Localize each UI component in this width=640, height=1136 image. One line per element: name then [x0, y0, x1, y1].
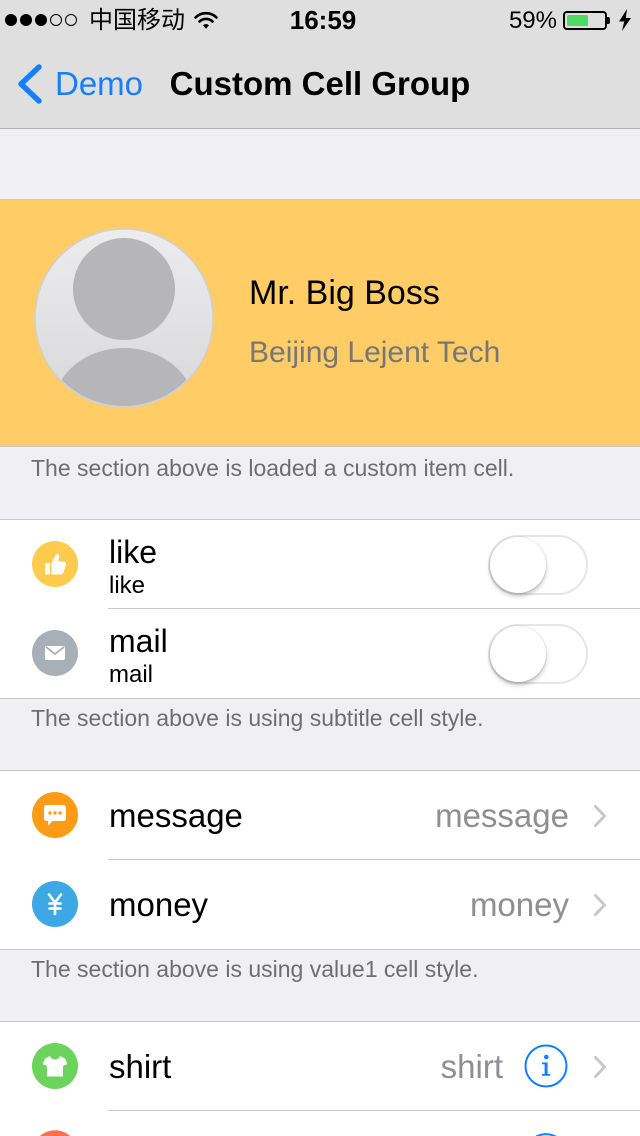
profile-name: Mr. Big Boss: [249, 274, 440, 312]
mail-toggle-switch[interactable]: [488, 624, 588, 684]
message-glyph: [44, 805, 66, 826]
battery-fill: [567, 15, 589, 26]
battery-percentage: 59%: [508, 7, 557, 34]
clock: 16:59: [289, 5, 357, 35]
bubble-dot: [53, 811, 57, 815]
battery-icon: [563, 11, 607, 30]
cell-title: message: [109, 797, 243, 834]
chevron-left-icon: [18, 64, 42, 104]
battery-nub: [607, 17, 610, 24]
page-title: Custom Cell Group: [169, 65, 471, 102]
yen-icon: [32, 881, 78, 927]
chevron-shape: [594, 805, 606, 827]
back-button-label: Demo: [55, 65, 144, 102]
wifi-arc-inner: [203, 23, 209, 29]
signal-dot: [5, 14, 17, 26]
mail-glyph: [45, 646, 65, 660]
chevron-right-icon: [594, 805, 606, 827]
wifi-arc-outer: [194, 11, 218, 19]
cell-detail: shirt: [440, 1048, 503, 1085]
chevron-shape: [18, 64, 42, 104]
chevron-right-icon: [594, 1056, 606, 1078]
bubble-dot: [58, 811, 62, 815]
message-icon: [32, 792, 78, 838]
signal-dot: [20, 14, 32, 26]
section-subtitle-cells: like like mail mail: [0, 520, 640, 698]
thumb-cuff: [45, 563, 50, 575]
profile-company: Beijing Lejent Tech: [249, 336, 501, 369]
info-dot: [544, 1054, 549, 1060]
back-button[interactable]: Demo: [0, 40, 150, 128]
section-footer: The section above is using subtitle cell…: [31, 705, 484, 731]
thumb-hand: [51, 554, 67, 575]
bolt-shape: [619, 9, 631, 31]
wifi-arc-middle: [198, 17, 214, 23]
yen-strokes: [47, 893, 63, 916]
signal-strength: [5, 14, 81, 27]
thumbs-up-glyph: [45, 554, 67, 575]
list-item-like: like like: [0, 520, 640, 609]
cell-title: like: [109, 534, 158, 570]
info-stem: [542, 1062, 551, 1076]
switch-knob: [490, 626, 546, 682]
navigation-bar: Demo Custom Cell Group: [0, 40, 640, 129]
cell-title: money: [109, 886, 209, 923]
cell-detail: money: [469, 886, 569, 923]
cell-title: shirt: [109, 1048, 172, 1085]
carrier-name: 中国移动: [89, 6, 185, 34]
list-item-shirt[interactable]: shirt shirt: [0, 1022, 640, 1111]
wifi-icon: [194, 11, 218, 29]
thumbs-up-icon: [32, 541, 78, 587]
cell-detail: message: [435, 797, 569, 834]
shirt-shape: [42, 1056, 68, 1077]
switch-knob: [490, 537, 546, 593]
section-footer: The section above is loaded a custom ite…: [31, 455, 515, 481]
section-footer: The section above is using value1 cell s…: [31, 956, 479, 982]
info-icon[interactable]: [524, 1044, 568, 1088]
cell-subtitle: like: [109, 572, 146, 599]
bubble-dot: [48, 811, 52, 815]
list-item-money[interactable]: money money: [0, 860, 640, 949]
avatar-head: [73, 238, 175, 340]
circle-icon: [32, 1130, 78, 1136]
chevron-right-icon: [594, 894, 606, 916]
mail-icon: [32, 630, 78, 676]
signal-dot: [35, 14, 47, 26]
signal-dot: [50, 14, 62, 26]
list-item-partial[interactable]: [0, 1111, 640, 1136]
chevron-shape: [594, 1056, 606, 1078]
shirt-glyph: [42, 1056, 68, 1077]
yen-glyph: [47, 893, 63, 916]
charging-bolt-icon: [619, 9, 631, 31]
chevron-shape: [594, 894, 606, 916]
section-value1-cells: message message money money: [0, 771, 640, 949]
list-item-mail: mail mail: [0, 609, 640, 698]
default-avatar-icon: [34, 228, 214, 408]
list-item-message[interactable]: message message: [0, 771, 640, 860]
cell-title: mail: [109, 623, 168, 659]
signal-dot: [65, 14, 77, 26]
shirt-icon: [32, 1043, 78, 1089]
status-bar: 中国移动 16:59 59%: [0, 0, 640, 40]
section-accessory-cells: shirt shirt: [0, 1022, 640, 1136]
like-toggle-switch[interactable]: [488, 535, 588, 595]
cell-subtitle: mail: [109, 661, 154, 688]
profile-cell[interactable]: Mr. Big Boss Beijing Lejent Tech: [0, 200, 640, 446]
